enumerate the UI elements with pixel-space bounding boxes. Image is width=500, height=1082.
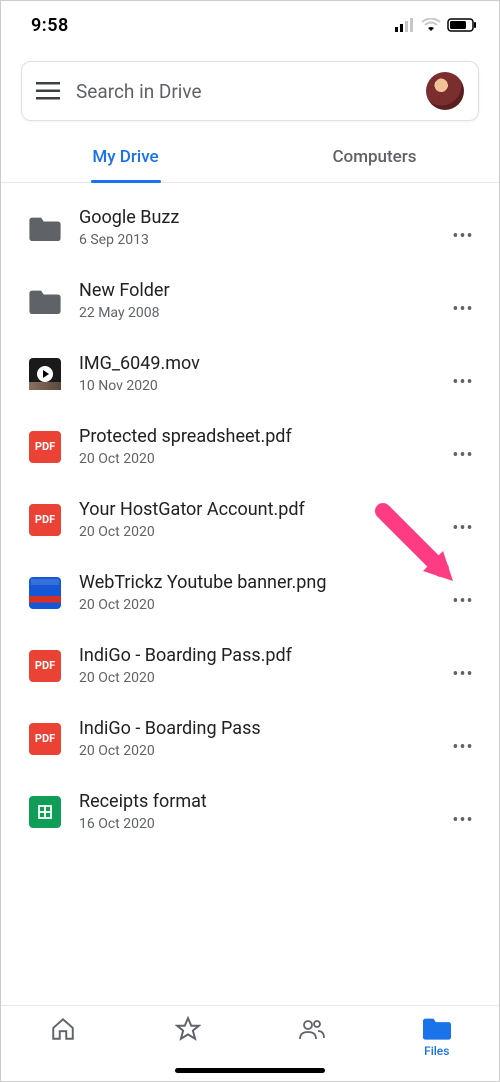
more-options-icon[interactable]: ••• <box>449 664 477 685</box>
search-bar[interactable]: Search in Drive <box>21 61 479 121</box>
status-icons <box>395 18 477 32</box>
file-name: IMG_6049.mov <box>79 353 449 374</box>
file-date: 20 Oct 2020 <box>79 597 449 613</box>
pdf-icon: PDF <box>29 650 61 682</box>
file-name: Receipts format <box>79 791 449 812</box>
people-icon <box>298 1016 326 1042</box>
file-row[interactable]: WebTrickz Youtube banner.png 20 Oct 2020… <box>1 556 499 629</box>
more-options-icon[interactable]: ••• <box>449 518 477 539</box>
nav-shared[interactable] <box>250 1016 375 1042</box>
file-name: Protected spreadsheet.pdf <box>79 426 449 447</box>
pdf-icon: PDF <box>29 723 61 755</box>
status-bar: 9:58 <box>1 1 499 45</box>
nav-starred[interactable] <box>126 1016 251 1042</box>
folder-icon <box>423 1016 451 1040</box>
file-date: 10 Nov 2020 <box>79 378 449 394</box>
file-name: Google Buzz <box>79 207 449 228</box>
file-row[interactable]: Google Buzz 6 Sep 2013 ••• <box>1 191 499 264</box>
profile-avatar[interactable] <box>426 72 464 110</box>
file-row[interactable]: PDF IndiGo - Boarding Pass 20 Oct 2020 •… <box>1 702 499 775</box>
tab-my-drive[interactable]: My Drive <box>1 133 250 182</box>
tab-computers[interactable]: Computers <box>250 133 499 182</box>
folder-icon <box>29 285 61 317</box>
file-date: 20 Oct 2020 <box>79 524 449 540</box>
hamburger-menu-icon[interactable] <box>36 82 60 100</box>
sheets-icon <box>29 796 61 828</box>
star-icon <box>175 1016 201 1042</box>
file-date: 6 Sep 2013 <box>79 232 449 248</box>
tabs: My Drive Computers <box>1 133 499 183</box>
pdf-icon: PDF <box>29 431 61 463</box>
file-date: 20 Oct 2020 <box>79 670 449 686</box>
more-options-icon[interactable]: ••• <box>449 226 477 247</box>
home-icon <box>50 1016 76 1042</box>
video-thumbnail-icon <box>29 358 61 390</box>
file-row[interactable]: New Folder 22 May 2008 ••• <box>1 264 499 337</box>
image-thumbnail-icon <box>29 577 61 609</box>
file-name: IndiGo - Boarding Pass <box>79 718 449 739</box>
file-name: WebTrickz Youtube banner.png <box>79 572 449 593</box>
home-indicator[interactable] <box>175 1068 325 1073</box>
wifi-icon <box>421 18 441 32</box>
more-options-icon[interactable]: ••• <box>449 299 477 320</box>
search-input[interactable]: Search in Drive <box>76 80 426 103</box>
more-options-icon[interactable]: ••• <box>449 591 477 612</box>
more-options-icon[interactable]: ••• <box>449 810 477 831</box>
cellular-icon <box>395 18 415 32</box>
nav-files-label: Files <box>424 1044 449 1058</box>
file-row[interactable]: Receipts format 16 Oct 2020 ••• <box>1 775 499 848</box>
more-options-icon[interactable]: ••• <box>449 372 477 393</box>
file-row[interactable]: PDF Protected spreadsheet.pdf 20 Oct 202… <box>1 410 499 483</box>
folder-icon <box>29 212 61 244</box>
file-row[interactable]: PDF IndiGo - Boarding Pass.pdf 20 Oct 20… <box>1 629 499 702</box>
file-name: Your HostGator Account.pdf <box>79 499 449 520</box>
nav-home[interactable] <box>1 1016 126 1042</box>
battery-icon <box>447 18 477 32</box>
file-row[interactable]: IMG_6049.mov 10 Nov 2020 ••• <box>1 337 499 410</box>
file-date: 20 Oct 2020 <box>79 451 449 467</box>
file-name: IndiGo - Boarding Pass.pdf <box>79 645 449 666</box>
file-date: 16 Oct 2020 <box>79 816 449 832</box>
file-date: 22 May 2008 <box>79 305 449 321</box>
more-options-icon[interactable]: ••• <box>449 737 477 758</box>
file-date: 20 Oct 2020 <box>79 743 449 759</box>
status-time: 9:58 <box>31 15 69 36</box>
more-options-icon[interactable]: ••• <box>449 445 477 466</box>
file-row[interactable]: PDF Your HostGator Account.pdf 20 Oct 20… <box>1 483 499 556</box>
file-name: New Folder <box>79 280 449 301</box>
nav-files[interactable]: Files <box>375 1016 500 1058</box>
pdf-icon: PDF <box>29 504 61 536</box>
file-list: Google Buzz 6 Sep 2013 ••• New Folder 22… <box>1 183 499 856</box>
